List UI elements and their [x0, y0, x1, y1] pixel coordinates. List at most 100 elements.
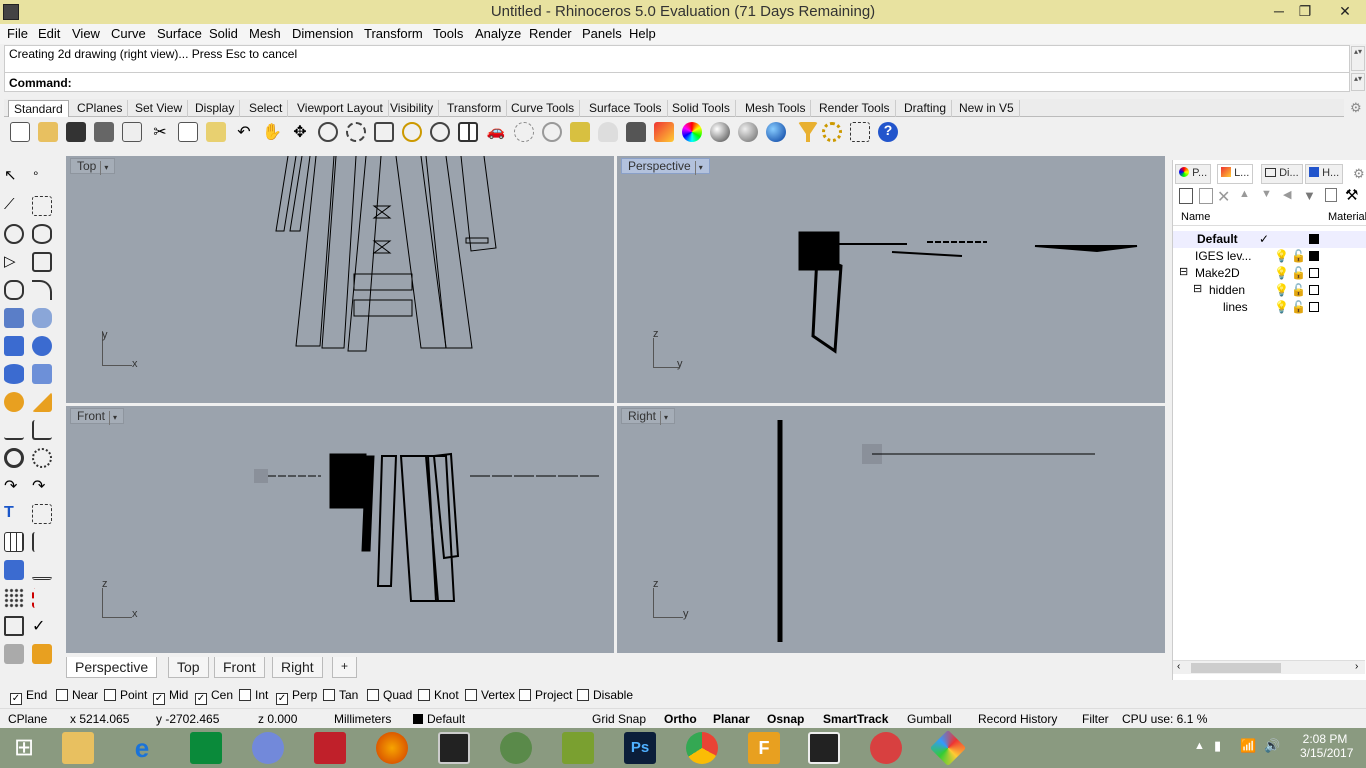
import-icon[interactable]	[122, 122, 142, 142]
battery-icon[interactable]: ▮	[1214, 738, 1221, 754]
undo-icon[interactable]: ↶	[234, 122, 254, 142]
fusion-360-icon[interactable]: F	[748, 732, 780, 764]
discord-icon[interactable]	[252, 732, 284, 764]
chrome-icon[interactable]	[686, 732, 718, 764]
collapse-icon[interactable]: ⊟	[1179, 265, 1188, 278]
new-layer-icon[interactable]	[1179, 188, 1193, 204]
viewport-right[interactable]: Right ▾ z y	[617, 406, 1165, 653]
loft-icon[interactable]	[32, 308, 52, 328]
osnap-project[interactable]: Project	[519, 688, 572, 702]
menu-tools[interactable]: Tools	[433, 26, 463, 41]
vptab-front[interactable]: Front	[214, 657, 265, 678]
zoom-selected-icon[interactable]	[402, 122, 422, 142]
tab-mesh-tools[interactable]: Mesh Tools	[740, 100, 812, 117]
polygon-icon[interactable]	[4, 280, 24, 300]
lightbulb-icon[interactable]: 💡	[1274, 249, 1289, 263]
maximize-button[interactable]: ❐	[1290, 0, 1320, 24]
command-line-scrollbar[interactable]: ▴▾	[1351, 73, 1365, 91]
help-icon[interactable]: ?	[878, 122, 898, 142]
extrude-icon[interactable]	[32, 392, 52, 412]
checkbox[interactable]	[519, 689, 531, 701]
status-filter[interactable]: Filter	[1082, 712, 1109, 726]
tab-new-in-v5[interactable]: New in V5	[954, 100, 1020, 117]
circle-icon[interactable]	[4, 224, 24, 244]
hammer-icon[interactable]: ⚒	[1345, 186, 1358, 204]
move-up-icon[interactable]: ▲	[1239, 188, 1250, 200]
checkbox[interactable]	[367, 689, 379, 701]
menu-solid[interactable]: Solid	[209, 26, 238, 41]
osnap-center-icon[interactable]	[542, 122, 562, 142]
lock-icon[interactable]	[626, 122, 646, 142]
checkbox[interactable]	[323, 689, 335, 701]
viewport-top[interactable]: Top ▾ y x	[66, 156, 614, 403]
checkbox[interactable]	[239, 689, 251, 701]
unlock-icon[interactable]: 🔓	[1291, 266, 1306, 280]
layer-row-iges[interactable]: IGES lev... 💡 🔓	[1173, 248, 1366, 265]
delete-layer-icon[interactable]: ✕	[1217, 187, 1230, 207]
cut-icon[interactable]: ✂	[150, 122, 170, 142]
new-file-icon[interactable]	[10, 122, 30, 142]
rotate-view-icon[interactable]: ✥	[290, 122, 310, 142]
show-objects-icon[interactable]	[570, 122, 590, 142]
internet-explorer-icon[interactable]: e	[126, 732, 158, 764]
analyze-surface-icon[interactable]	[4, 644, 24, 664]
new-sublayer-icon[interactable]	[1199, 188, 1213, 204]
options-gear-icon[interactable]	[822, 122, 842, 142]
paste-icon[interactable]	[206, 122, 226, 142]
status-layer[interactable]: Default	[413, 712, 465, 726]
menu-mesh[interactable]: Mesh	[249, 26, 281, 41]
panel-horizontal-scrollbar[interactable]: ‹ ›	[1173, 660, 1365, 674]
status-osnap[interactable]: Osnap	[767, 712, 804, 726]
app-h-icon[interactable]	[438, 732, 470, 764]
move-down-icon[interactable]: ▼	[1261, 188, 1272, 200]
scrollbar-thumb[interactable]	[1191, 663, 1281, 673]
osnap-mid[interactable]: ✓ Mid	[153, 688, 188, 705]
filter-icon[interactable]	[798, 122, 818, 142]
mesh-icon[interactable]	[32, 364, 52, 384]
dimension-icon[interactable]	[4, 420, 24, 440]
layer-color-swatch[interactable]	[1309, 302, 1319, 312]
gear-transform-icon[interactable]	[4, 392, 24, 412]
osnap-perp[interactable]: ✓ Perp	[276, 688, 317, 705]
text-icon[interactable]: T	[4, 504, 24, 524]
app-diamond-icon[interactable]	[929, 729, 967, 767]
tab-cplanes[interactable]: CPlanes	[72, 100, 129, 117]
arc-icon[interactable]: ▷	[4, 252, 24, 272]
render-sphere-icon[interactable]	[766, 122, 786, 142]
tab-drafting[interactable]: Drafting	[899, 100, 953, 117]
status-ortho[interactable]: Ortho	[664, 712, 697, 726]
osnap-int[interactable]: Int	[239, 688, 268, 702]
rectangle-icon[interactable]	[32, 252, 52, 272]
unroll-icon[interactable]	[4, 616, 24, 636]
layer-color-swatch[interactable]	[1309, 285, 1319, 295]
network-icon[interactable]: 📶	[1240, 738, 1256, 754]
project-icon[interactable]	[32, 588, 52, 608]
viewport-front[interactable]: Front ▾ z x	[66, 406, 614, 653]
unlock-icon[interactable]: 🔓	[1291, 249, 1306, 263]
menu-panels[interactable]: Panels	[582, 26, 622, 41]
add-viewport-tab-button[interactable]: +	[332, 657, 358, 678]
osnap-vertex[interactable]: Vertex	[465, 688, 515, 702]
command-history-scrollbar[interactable]: ▴▾	[1351, 46, 1365, 71]
vptab-top[interactable]: Top	[168, 657, 209, 678]
checkbox[interactable]: ✓	[195, 693, 207, 705]
menu-help[interactable]: Help	[629, 26, 656, 41]
filter-icon[interactable]: ▼	[1303, 188, 1316, 203]
status-planar[interactable]: Planar	[713, 712, 750, 726]
mirror-icon[interactable]	[32, 532, 52, 552]
rhino-taskbar-icon[interactable]	[808, 732, 840, 764]
tab-properties[interactable]: P...	[1175, 164, 1212, 184]
point-icon[interactable]: ∘	[32, 166, 52, 186]
checkbox[interactable]	[104, 689, 116, 701]
render-icon[interactable]	[32, 644, 52, 664]
tab-viewport-layout[interactable]: Viewport Layout	[292, 100, 389, 117]
lightbulb-icon[interactable]	[598, 122, 618, 142]
osnap-knot[interactable]: Knot	[418, 688, 459, 702]
zoom-icon[interactable]	[318, 122, 338, 142]
osnap-end[interactable]: ✓ End	[10, 688, 47, 705]
trim-icon[interactable]	[32, 420, 52, 440]
lightbulb-icon[interactable]: 💡	[1274, 300, 1289, 314]
checkbox[interactable]	[577, 689, 589, 701]
grid-array-icon[interactable]	[4, 588, 24, 608]
fillet-curve-icon[interactable]	[32, 280, 52, 300]
